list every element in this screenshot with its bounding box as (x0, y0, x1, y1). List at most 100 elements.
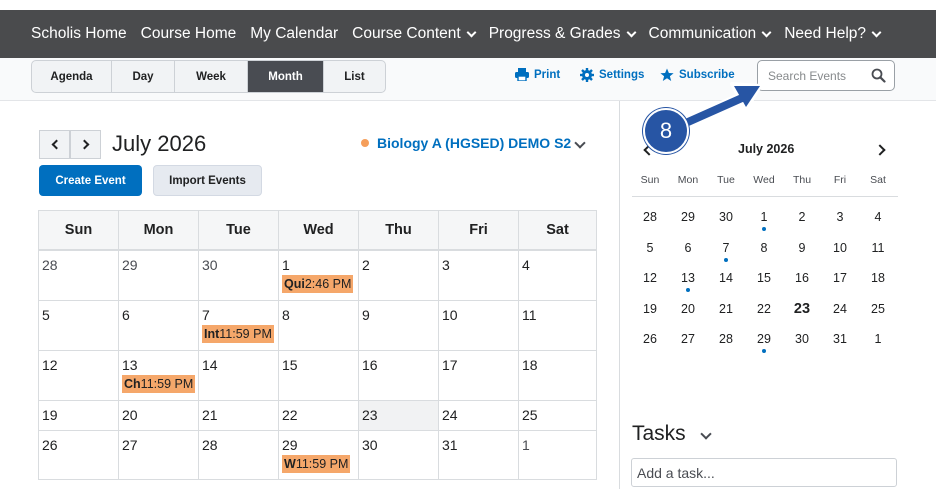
mini-day[interactable]: 29 (673, 210, 703, 224)
calendar-day-cell[interactable]: 1 (519, 431, 596, 479)
calendar-day-cell[interactable]: 8 (279, 301, 359, 350)
mini-day[interactable]: 20 (673, 302, 703, 316)
mini-day[interactable]: 18 (863, 271, 893, 285)
calendar-day-cell[interactable]: 20 (119, 401, 199, 430)
mini-day[interactable]: 15 (749, 271, 779, 285)
calendar-day-cell[interactable]: 7 Int11:59 PM (199, 301, 279, 350)
calendar-day-cell[interactable]: 28 (39, 251, 119, 300)
mini-day[interactable]: 31 (825, 332, 855, 346)
calendar-day-cell[interactable]: 22 (279, 401, 359, 430)
mini-day[interactable]: 7 (711, 241, 741, 262)
calendar-day-cell[interactable]: 6 (119, 301, 199, 350)
nav-item-scholis-home[interactable]: Scholis Home (31, 25, 127, 43)
tab-day[interactable]: Day (112, 61, 175, 92)
calendar-day-cell[interactable]: 13 Ch11:59 PM (119, 351, 199, 400)
calendar-event[interactable]: Int11:59 PM (202, 325, 274, 343)
course-selector[interactable]: Biology A (HGSED) DEMO S2 (361, 135, 571, 151)
mini-day[interactable]: 1 (749, 210, 779, 231)
calendar-day-cell[interactable]: 1 Qui2:46 PM (279, 251, 359, 300)
mini-day[interactable]: 19 (635, 302, 665, 316)
mini-day[interactable]: 27 (673, 332, 703, 346)
search-icon[interactable] (871, 68, 886, 83)
calendar-day-cell[interactable]: 4 (519, 251, 596, 300)
mini-day[interactable]: 6 (673, 241, 703, 255)
calendar-day-cell[interactable]: 27 (119, 431, 199, 479)
calendar-day-cell[interactable]: 29 W11:59 PM (279, 431, 359, 479)
import-events-button[interactable]: Import Events (153, 165, 262, 196)
previous-month-button[interactable] (39, 130, 70, 159)
calendar-day-cell[interactable]: 16 (359, 351, 439, 400)
mini-day[interactable]: 30 (711, 210, 741, 224)
mini-day[interactable]: 3 (825, 210, 855, 224)
mini-day[interactable]: 4 (863, 210, 893, 224)
mini-day[interactable]: 5 (635, 241, 665, 255)
calendar-day-cell[interactable]: 14 (199, 351, 279, 400)
mini-next-month-icon[interactable] (874, 144, 886, 156)
mini-day-number: 5 (646, 241, 654, 255)
mini-day[interactable]: 11 (863, 241, 893, 255)
calendar-day-cell[interactable]: 30 (199, 251, 279, 300)
calendar-day-cell[interactable]: 18 (519, 351, 596, 400)
calendar-day-cell[interactable]: 2 (359, 251, 439, 300)
mini-day[interactable]: 25 (863, 302, 893, 316)
calendar-day-cell[interactable]: 17 (439, 351, 519, 400)
calendar-day-cell[interactable]: 21 (199, 401, 279, 430)
calendar-event[interactable]: W11:59 PM (282, 455, 351, 473)
mini-day[interactable]: 28 (635, 210, 665, 224)
mini-day[interactable]: 10 (825, 241, 855, 255)
mini-day[interactable]: 29 (749, 332, 779, 353)
mini-day[interactable]: 21 (711, 302, 741, 316)
mini-day[interactable]: 12 (635, 271, 665, 285)
tasks-chevron-down-icon[interactable] (700, 428, 712, 440)
mini-day[interactable]: 17 (825, 271, 855, 285)
mini-day[interactable]: 16 (787, 271, 817, 285)
chevron-down-icon[interactable] (574, 137, 586, 149)
tab-month[interactable]: Month (248, 61, 324, 92)
mini-day[interactable]: 22 (749, 302, 779, 316)
calendar-day-cell[interactable]: 15 (279, 351, 359, 400)
nav-item-my-calendar[interactable]: My Calendar (250, 25, 338, 43)
calendar-day-cell[interactable]: 26 (39, 431, 119, 479)
calendar-day-cell[interactable]: 23 (359, 401, 439, 430)
calendar-day-cell[interactable]: 19 (39, 401, 119, 430)
mini-day[interactable]: 24 (825, 302, 855, 316)
calendar-day-cell[interactable]: 29 (119, 251, 199, 300)
add-task-input[interactable] (631, 458, 897, 487)
calendar-event[interactable]: Qui2:46 PM (282, 275, 354, 293)
tab-week[interactable]: Week (175, 61, 248, 92)
calendar-day-cell[interactable]: 31 (439, 431, 519, 479)
nav-item-course-home[interactable]: Course Home (141, 25, 237, 43)
nav-item-course-content[interactable]: Course Content (352, 25, 477, 43)
create-event-button[interactable]: Create Event (39, 165, 142, 196)
nav-item-progress-grades[interactable]: Progress & Grades (489, 25, 636, 43)
mini-day[interactable]: 26 (635, 332, 665, 346)
mini-day[interactable]: 23 (787, 301, 817, 317)
mini-day[interactable]: 28 (711, 332, 741, 346)
settings-button[interactable]: Settings (580, 68, 644, 82)
calendar-day-cell[interactable]: 28 (199, 431, 279, 479)
calendar-day-cell[interactable]: 12 (39, 351, 119, 400)
mini-day[interactable]: 1 (863, 332, 893, 346)
calendar-day-cell[interactable]: 11 (519, 301, 596, 350)
calendar-event[interactable]: Ch11:59 PM (122, 375, 196, 393)
nav-item-communication[interactable]: Communication (649, 25, 772, 43)
calendar-day-cell[interactable]: 3 (439, 251, 519, 300)
calendar-day-cell[interactable]: 9 (359, 301, 439, 350)
tab-list[interactable]: List (324, 61, 385, 92)
mini-day[interactable]: 2 (787, 210, 817, 224)
print-button[interactable]: Print (515, 68, 560, 81)
calendar-day-cell[interactable]: 10 (439, 301, 519, 350)
tab-agenda[interactable]: Agenda (32, 61, 112, 92)
mini-day[interactable]: 9 (787, 241, 817, 255)
calendar-day-cell[interactable]: 24 (439, 401, 519, 430)
calendar-day-cell[interactable]: 25 (519, 401, 596, 430)
next-month-button[interactable] (70, 130, 101, 159)
mini-day[interactable]: 14 (711, 271, 741, 285)
calendar-day-cell[interactable]: 30 (359, 431, 439, 479)
calendar-day-cell[interactable]: 5 (39, 301, 119, 350)
mini-day[interactable]: 8 (749, 241, 779, 255)
mini-day[interactable]: 30 (787, 332, 817, 346)
search-events-input[interactable] (758, 68, 863, 83)
nav-item-need-help[interactable]: Need Help? (784, 25, 882, 43)
mini-day[interactable]: 13 (673, 271, 703, 292)
